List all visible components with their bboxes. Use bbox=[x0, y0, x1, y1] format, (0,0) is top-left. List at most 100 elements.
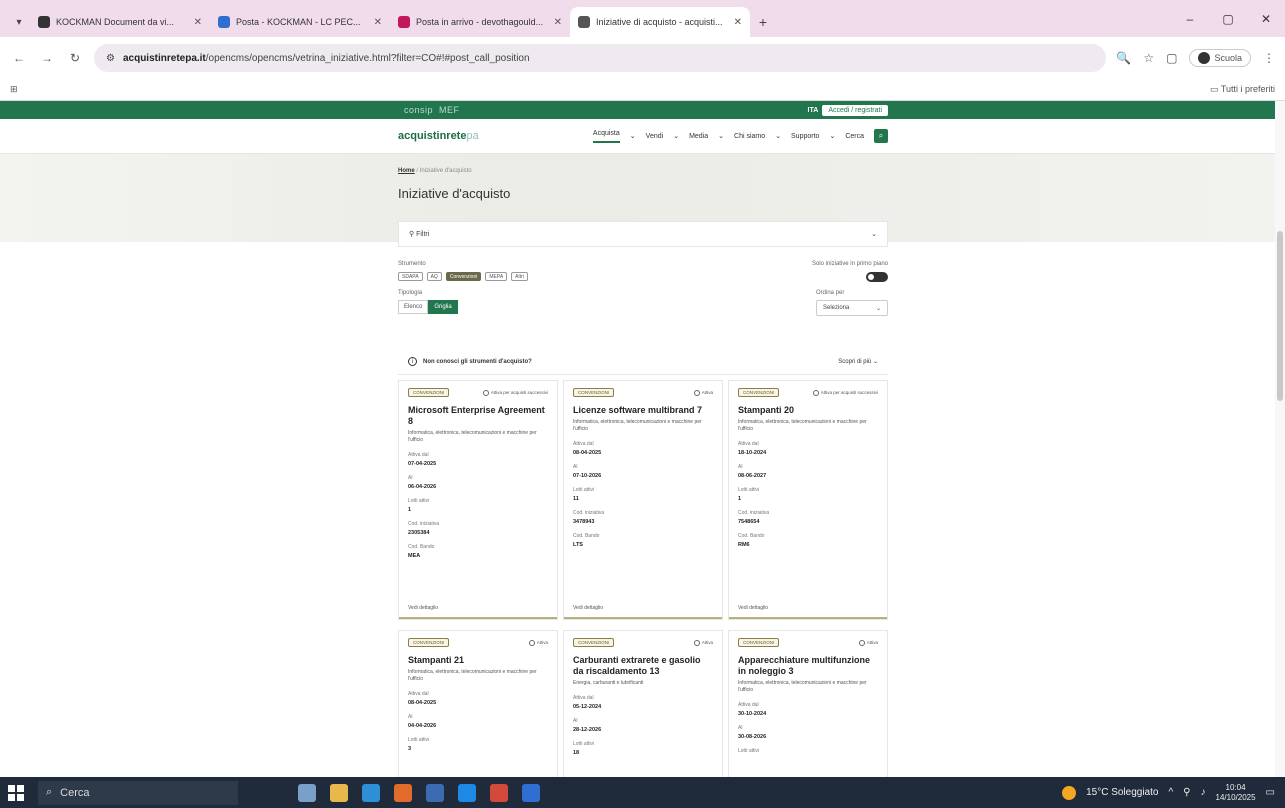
card-title[interactable]: Stampanti 20 bbox=[738, 405, 878, 416]
card-field-value: 06-04-2026 bbox=[408, 484, 437, 490]
extensions-icon[interactable]: ▢ bbox=[1166, 51, 1177, 65]
weather-icon[interactable] bbox=[1062, 785, 1077, 800]
notifications-icon[interactable]: ▭ bbox=[1266, 787, 1275, 798]
site-info-icon[interactable]: ⚙ bbox=[106, 53, 115, 64]
strumento-chip[interactable]: Altri bbox=[511, 272, 528, 281]
menu-vendi[interactable]: Vendi bbox=[646, 133, 664, 140]
close-window-button[interactable]: ✕ bbox=[1247, 12, 1285, 26]
reload-icon[interactable]: ↻ bbox=[66, 51, 84, 65]
forward-icon[interactable]: → bbox=[38, 51, 56, 65]
card-status: Attiva bbox=[693, 389, 713, 396]
card-field-label: Al bbox=[738, 725, 743, 731]
card-detail-link[interactable]: Vedi dettaglio bbox=[738, 605, 768, 611]
tab-title: Posta in arrivo - devothagould... bbox=[416, 17, 544, 27]
card-field: Al 08-06-2027 bbox=[738, 464, 878, 479]
strumento-chip[interactable]: SDAPA bbox=[398, 272, 423, 281]
close-tab-icon[interactable]: ✕ bbox=[194, 17, 202, 28]
breadcrumb-home[interactable]: Home bbox=[398, 168, 415, 174]
maximize-button[interactable]: ▢ bbox=[1209, 12, 1247, 26]
brand: consip bbox=[404, 105, 434, 115]
browser-tab[interactable]: KOCKMAN Document da vi... ✕ bbox=[30, 7, 210, 37]
taskbar-app-icon[interactable] bbox=[362, 783, 380, 802]
taskbar-app-icon[interactable] bbox=[394, 783, 412, 802]
filter-accordion[interactable]: ⚲ Filtri ⌄ bbox=[398, 221, 888, 247]
new-tab-button[interactable]: + bbox=[750, 7, 776, 37]
card-field: Lotti attivi 1 bbox=[408, 498, 548, 513]
taskbar-app-icon[interactable] bbox=[490, 783, 508, 802]
info-link[interactable]: Scopri di più ⌄ bbox=[838, 358, 878, 365]
volume-icon[interactable]: ♪ bbox=[1201, 787, 1206, 798]
browser-tab[interactable]: Posta - KOCKMAN - LC PEC... ✕ bbox=[210, 7, 390, 37]
close-tab-icon[interactable]: ✕ bbox=[554, 17, 562, 28]
taskbar-app-icon[interactable] bbox=[298, 783, 316, 802]
tab-favicon-icon bbox=[398, 16, 410, 28]
site-logo[interactable]: acquistinretepa bbox=[398, 130, 479, 142]
taskbar-app-icon[interactable] bbox=[522, 783, 540, 802]
strumento-chip[interactable]: Convenzioni bbox=[445, 272, 482, 281]
card-title[interactable]: Stampanti 21 bbox=[408, 655, 548, 666]
card-title[interactable]: Carburanti extrarete e gasolio da riscal… bbox=[573, 655, 713, 677]
search-label[interactable]: Cerca bbox=[845, 133, 864, 140]
chevron-down-icon: ⌄ bbox=[673, 133, 680, 140]
profile-button[interactable]: Scuola bbox=[1189, 49, 1251, 67]
card-badge: CONVENZIONI bbox=[408, 638, 450, 647]
strumento-chip[interactable]: AQ bbox=[426, 272, 442, 281]
apps-grid-icon[interactable]: ⊞ bbox=[10, 84, 18, 95]
initiative-card[interactable]: CONVENZIONI Attiva per acquisti successi… bbox=[398, 380, 558, 620]
card-title[interactable]: Microsoft Enterprise Agreement 8 bbox=[408, 405, 548, 427]
card-category: Informatica, elettronica, telecomunicazi… bbox=[573, 419, 702, 432]
consip-logo[interactable]: consip MEF bbox=[398, 105, 460, 115]
card-field-label: Al bbox=[408, 714, 413, 720]
card-status: Attiva per acquisti successivi bbox=[482, 389, 548, 396]
tab-search-chevron-icon[interactable]: ▾ bbox=[8, 7, 30, 37]
taskbar-app-icon[interactable] bbox=[426, 783, 444, 802]
taskbar-search[interactable]: ⌕ Cerca bbox=[38, 780, 238, 805]
browser-tab-bar: ▾ KOCKMAN Document da vi... ✕ Posta - KOCK… bbox=[0, 0, 1285, 37]
browser-tab[interactable]: Posta in arrivo - devothagould... ✕ bbox=[390, 7, 570, 37]
browser-tab[interactable]: Iniziative di acquisto - acquisti... ✕ bbox=[570, 7, 750, 37]
clock-icon bbox=[858, 639, 865, 646]
menu-supporto[interactable]: Supporto bbox=[791, 133, 819, 140]
network-icon[interactable]: ⚲ bbox=[1183, 787, 1190, 798]
initiative-card[interactable]: CONVENZIONI Attiva Apparecchiature multi… bbox=[728, 630, 888, 777]
all-bookmarks-link[interactable]: ▭ Tutti i preferiti bbox=[1210, 84, 1275, 95]
weather-text[interactable]: 15°C Soleggiato bbox=[1086, 787, 1158, 798]
url-bar[interactable]: ⚙ acquistinretepa.it/opencms/opencms/vet… bbox=[94, 44, 1107, 72]
zoom-icon[interactable]: 🔍 bbox=[1116, 51, 1131, 65]
menu-chi-siamo[interactable]: Chi siamo bbox=[734, 133, 765, 140]
view-grid-button[interactable]: Griglia bbox=[428, 300, 458, 314]
back-icon[interactable]: ← bbox=[10, 51, 28, 65]
card-detail-link[interactable]: Vedi dettaglio bbox=[408, 605, 438, 611]
bookmark-star-icon[interactable]: ☆ bbox=[1143, 51, 1154, 65]
initiative-card[interactable]: CONVENZIONI Attiva Licenze software mult… bbox=[563, 380, 723, 620]
language-selector[interactable]: ITA bbox=[808, 107, 819, 114]
close-tab-icon[interactable]: ✕ bbox=[734, 17, 742, 28]
initiative-card[interactable]: CONVENZIONI Attiva Carburanti extrarete … bbox=[563, 630, 723, 777]
initiative-card[interactable]: CONVENZIONI Attiva per acquisti successi… bbox=[728, 380, 888, 620]
card-field-label: Al bbox=[573, 718, 578, 724]
card-title[interactable]: Licenze software multibrand 7 bbox=[573, 405, 713, 416]
initiative-card[interactable]: CONVENZIONI Attiva Stampanti 21 Informat… bbox=[398, 630, 558, 777]
taskbar-app-icon[interactable] bbox=[330, 783, 348, 802]
card-detail-link[interactable]: Vedi dettaglio bbox=[573, 605, 603, 611]
card-field: Lotti attivi 11 bbox=[573, 487, 713, 502]
browser-menu-icon[interactable]: ⋮ bbox=[1263, 51, 1275, 65]
windows-start-icon[interactable] bbox=[8, 784, 24, 801]
card-field: Cod. iniziativa 7548654 bbox=[738, 510, 878, 525]
order-select[interactable]: Seleziona ⌄ bbox=[816, 300, 888, 316]
tray-chevron-icon[interactable]: ^ bbox=[1168, 787, 1173, 798]
minimize-button[interactable]: – bbox=[1171, 12, 1209, 26]
register-button[interactable]: Accedi / registrati bbox=[822, 104, 888, 116]
scrollbar-thumb[interactable] bbox=[1277, 231, 1283, 401]
clock[interactable]: 10:04 14/10/2025 bbox=[1216, 783, 1256, 803]
menu-media[interactable]: Media bbox=[689, 133, 708, 140]
card-title[interactable]: Apparecchiature multifunzione in noleggi… bbox=[738, 655, 878, 677]
highlight-toggle[interactable] bbox=[866, 272, 888, 282]
menu-acquista[interactable]: Acquista bbox=[592, 130, 620, 143]
strumento-chip[interactable]: MEPA bbox=[485, 272, 508, 281]
view-list-button[interactable]: Elenco bbox=[398, 300, 429, 314]
taskbar-app-icon[interactable] bbox=[458, 783, 476, 802]
close-tab-icon[interactable]: ✕ bbox=[374, 17, 382, 28]
search-icon[interactable]: ⌕ bbox=[874, 129, 888, 143]
page-scrollbar[interactable] bbox=[1275, 101, 1285, 777]
